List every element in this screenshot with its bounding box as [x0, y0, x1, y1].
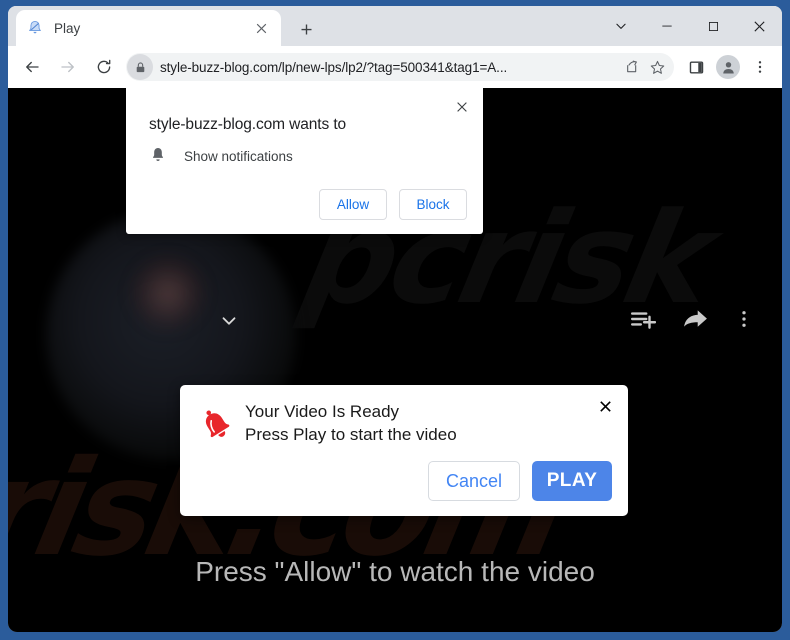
red-bell-icon [196, 405, 238, 447]
dialog-text: Your Video Is Ready Press Play to start … [245, 400, 457, 447]
close-icon[interactable] [595, 396, 615, 416]
dialog-subtitle: Press Play to start the video [245, 425, 457, 445]
cancel-button[interactable]: Cancel [428, 461, 520, 501]
avatar [716, 55, 740, 79]
bell-icon [26, 19, 44, 37]
new-tab-button[interactable] [292, 15, 320, 43]
permission-row: Show notifications [149, 146, 293, 166]
tab-search-button[interactable] [598, 6, 644, 46]
tab-play[interactable]: Play [16, 10, 281, 46]
close-button[interactable] [736, 6, 782, 46]
back-arrow-icon[interactable] [17, 52, 47, 82]
browser-toolbar: style-buzz-blog.com/lp/new-lps/lp2/?tag=… [8, 46, 782, 88]
player-controls [630, 306, 754, 337]
permission-actions: Allow Block [319, 189, 467, 220]
bell-icon [149, 146, 169, 166]
page-viewport: pcrisk risk.com [8, 88, 782, 632]
allow-button[interactable]: Allow [319, 189, 387, 220]
play-button[interactable]: PLAY [532, 461, 612, 501]
video-ready-dialog: Your Video Is Ready Press Play to start … [180, 385, 628, 516]
permission-title: style-buzz-blog.com wants to [149, 116, 347, 133]
tab-title: Play [54, 20, 81, 36]
close-icon[interactable] [450, 95, 474, 119]
reload-icon[interactable] [89, 52, 119, 82]
side-panel-icon[interactable] [681, 52, 711, 82]
window-controls [598, 6, 782, 46]
maximize-button[interactable] [690, 6, 736, 46]
browser-window-frame: Play style-buzz-blog.com/lp/new-lps/lp2/… [0, 0, 790, 640]
more-options-icon[interactable] [734, 309, 754, 334]
share-icon[interactable] [682, 306, 708, 337]
forward-arrow-icon [53, 52, 83, 82]
block-button[interactable]: Block [399, 189, 467, 220]
chevron-down-icon[interactable] [218, 310, 240, 337]
star-icon[interactable] [644, 54, 670, 80]
address-bar[interactable]: style-buzz-blog.com/lp/new-lps/lp2/?tag=… [126, 53, 674, 81]
background-glow-red [128, 253, 208, 333]
minimize-button[interactable] [644, 6, 690, 46]
share-icon[interactable] [618, 54, 644, 80]
tab-strip: Play [8, 6, 782, 46]
url-text: style-buzz-blog.com/lp/new-lps/lp2/?tag=… [160, 59, 508, 75]
avatar-icon[interactable] [713, 52, 743, 82]
notification-permission-popup: style-buzz-blog.com wants to Show notifi… [126, 88, 483, 234]
add-to-playlist-icon[interactable] [630, 306, 657, 337]
permission-label: Show notifications [184, 148, 293, 164]
close-icon[interactable] [251, 18, 271, 38]
allow-hint-text: Press "Allow" to watch the video [195, 556, 595, 587]
dialog-title: Your Video Is Ready [245, 402, 400, 421]
lock-icon[interactable] [127, 54, 153, 80]
chrome-window: Play style-buzz-blog.com/lp/new-lps/lp2/… [8, 6, 782, 632]
three-dot-menu-icon[interactable] [745, 52, 775, 82]
dialog-actions: Cancel PLAY [428, 461, 612, 501]
